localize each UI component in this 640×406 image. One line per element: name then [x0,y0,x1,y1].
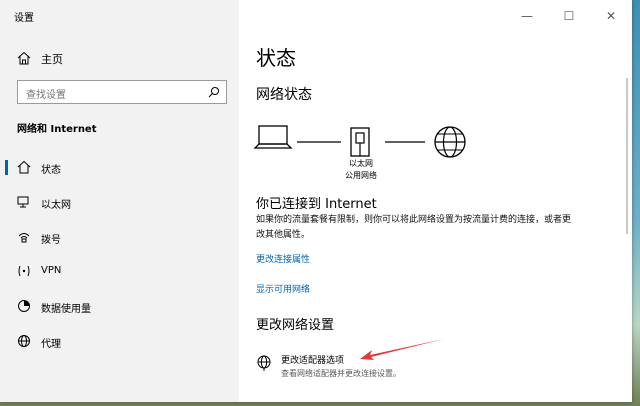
connection-status-text: 你已连接到 Internet [256,197,377,212]
ethernet-port-icon [350,127,370,157]
sidebar-item-status[interactable]: 状态 [0,154,239,180]
proxy-icon [18,335,30,347]
show-networks-link[interactable]: 显示可用网络 [256,282,310,295]
search-icon [208,87,219,98]
section-title: 网络和 Internet [17,124,97,135]
sidebar-item-label: 代理 [41,339,61,350]
adapter-name: 以太网 [349,159,373,168]
network-type: 公用网络 [345,171,377,180]
adapter-option-desc: 查看网络适配器并更改连接设置。 [281,369,401,378]
vpn-icon [18,265,30,277]
sidebar-item-label: VPN [41,265,62,276]
search-input[interactable]: 查找设置 [17,80,227,104]
computer-icon [253,125,293,149]
settings-window: 设置 主页 查找设置 网络和 Internet 状态 以太网 拨号 VPN 数据… [0,0,632,402]
annotation-arrow [360,339,444,360]
sidebar-item-label: 状态 [41,165,61,176]
metered-description: 如果你的流量套餐有限制，则你可以将此网络设置为按流量计费的连接，或者更改其他属性… [256,215,572,240]
search-placeholder: 查找设置 [26,90,66,101]
sidebar-item-data-usage[interactable]: 数据使用量 [0,293,239,319]
dialup-icon [18,233,30,243]
data-usage-icon [18,300,30,312]
sidebar-item-vpn[interactable]: VPN [0,258,239,284]
ethernet-icon [17,196,29,208]
scrollbar[interactable] [626,78,628,234]
window-title: 设置 [14,13,34,24]
home-label: 主页 [41,53,63,66]
sidebar-item-ethernet[interactable]: 以太网 [0,189,239,215]
network-status-heading: 网络状态 [256,87,312,103]
sidebar-item-dialup[interactable]: 拨号 [0,224,239,250]
change-settings-heading: 更改网络设置 [256,318,335,333]
change-properties-link[interactable]: 更改连接属性 [256,252,310,265]
sidebar-item-label: 拨号 [41,235,61,246]
sidebar-item-label: 数据使用量 [41,304,91,315]
sidebar: 设置 主页 查找设置 网络和 Internet 状态 以太网 拨号 VPN 数据… [0,0,239,402]
network-label: 以太网 公用网络 [331,158,391,182]
adapter-globe-icon [257,355,271,371]
home-icon [17,51,31,65]
adapter-option-title: 更改适配器选项 [281,356,345,366]
sidebar-item-label: 以太网 [41,200,71,211]
home-status-icon [17,160,31,174]
sidebar-home[interactable]: 主页 [0,46,239,70]
globe-icon [434,126,466,158]
sidebar-item-proxy[interactable]: 代理 [0,328,239,354]
page-title: 状态 [256,46,296,70]
